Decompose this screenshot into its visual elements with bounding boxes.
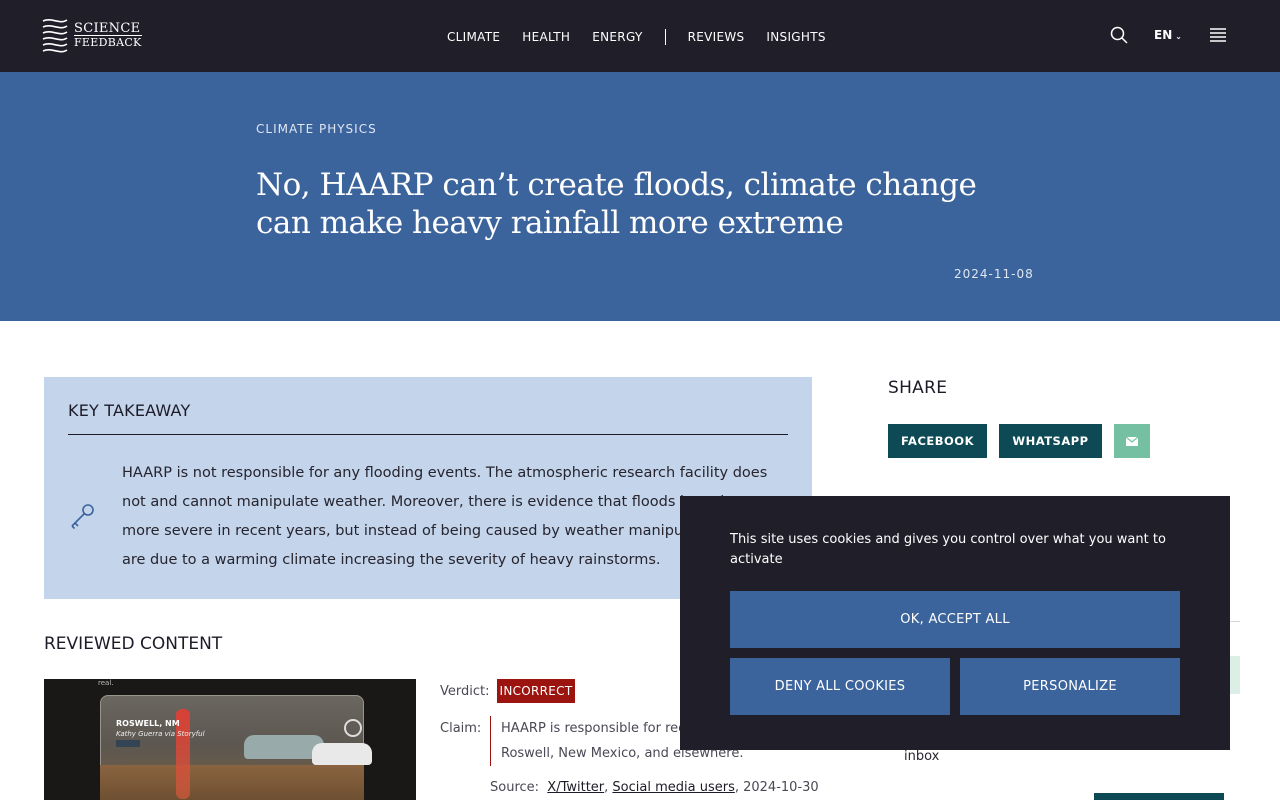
thumbnail-corner-text: real. xyxy=(98,679,114,687)
reviewed-video-thumbnail[interactable]: real. ROSWELL, NM Kathy Guerra via Story… xyxy=(44,679,416,800)
header-actions: EN ⌄ xyxy=(1110,26,1226,44)
source-link-social[interactable]: Social media users xyxy=(612,780,734,795)
source-link-twitter[interactable]: X/Twitter xyxy=(547,780,604,795)
language-selector[interactable]: EN ⌄ xyxy=(1154,28,1182,42)
cookie-deny-all-button[interactable]: DENY ALL COOKIES xyxy=(730,658,950,715)
search-icon[interactable] xyxy=(1110,26,1128,44)
site-logo[interactable]: SCIENCE FEEDBACK xyxy=(40,15,142,57)
mail-icon xyxy=(1125,436,1139,446)
article-category[interactable]: CLIMATE PHYSICS xyxy=(256,122,377,136)
claim-accent-bar xyxy=(490,716,491,766)
thumbnail-caption-tag xyxy=(116,740,140,747)
newsletter-subscribe-button[interactable] xyxy=(1094,793,1224,800)
cookie-personalize-button[interactable]: PERSONALIZE xyxy=(960,658,1180,715)
cookie-banner: This site uses cookies and gives you con… xyxy=(680,496,1230,750)
language-code: EN xyxy=(1154,28,1173,42)
nav-insights[interactable]: INSIGHTS xyxy=(766,30,825,44)
thumbnail-caption-location: ROSWELL, NM xyxy=(116,719,180,728)
sidebar-newsletter-box xyxy=(1229,656,1240,694)
main-nav: CLIMATE HEALTH ENERGY REVIEWS INSIGHTS xyxy=(447,29,848,45)
logo-wave-icon xyxy=(42,19,68,53)
thumbnail-car xyxy=(312,743,372,765)
takeaway-divider xyxy=(68,434,788,435)
article-date: 2024-11-08 xyxy=(954,267,1034,281)
article-title: No, HAARP can’t create floods, climate c… xyxy=(256,167,977,241)
chevron-down-icon: ⌄ xyxy=(1175,32,1182,41)
claim-source: Source: X/Twitter, Social media users, 2… xyxy=(490,780,819,795)
nav-climate[interactable]: CLIMATE xyxy=(447,30,500,44)
article-hero: CLIMATE PHYSICS No, HAARP can’t create f… xyxy=(0,72,1280,321)
source-label: Source: xyxy=(490,780,540,795)
share-email-button[interactable] xyxy=(1114,424,1150,458)
share-whatsapp-button[interactable]: WHATSAPP xyxy=(999,424,1102,458)
thumbnail-caption-credit: Kathy Guerra via Storyful xyxy=(116,730,205,738)
share-facebook-button[interactable]: FACEBOOK xyxy=(888,424,987,458)
nav-energy[interactable]: ENERGY xyxy=(592,30,642,44)
cookie-message: This site uses cookies and gives you con… xyxy=(730,532,1166,567)
cookie-accept-all-button[interactable]: OK, ACCEPT ALL xyxy=(730,591,1180,648)
nav-divider xyxy=(664,29,666,45)
thumbnail-flood-water xyxy=(100,765,364,800)
verdict-label: Verdict: xyxy=(440,684,490,699)
reviewed-content-heading: REVIEWED CONTENT xyxy=(44,634,223,654)
nav-reviews[interactable]: REVIEWS xyxy=(688,30,745,44)
menu-icon[interactable] xyxy=(1210,28,1226,42)
claim-label: Claim: xyxy=(440,721,482,736)
thumbnail-watermark-icon xyxy=(344,719,362,737)
logo-line2: FEEDBACK xyxy=(74,35,142,49)
verdict-badge: INCORRECT xyxy=(497,679,575,703)
site-header: SCIENCE FEEDBACK CLIMATE HEALTH ENERGY R… xyxy=(0,0,1280,72)
key-icon xyxy=(71,504,94,530)
nav-health[interactable]: HEALTH xyxy=(522,30,570,44)
key-takeaway-heading: KEY TAKEAWAY xyxy=(68,401,191,420)
source-date: , 2024-10-30 xyxy=(734,780,819,795)
newsletter-inbox-text: inbox xyxy=(904,749,940,764)
share-heading: SHARE xyxy=(888,378,948,398)
logo-line1: SCIENCE xyxy=(74,21,141,36)
